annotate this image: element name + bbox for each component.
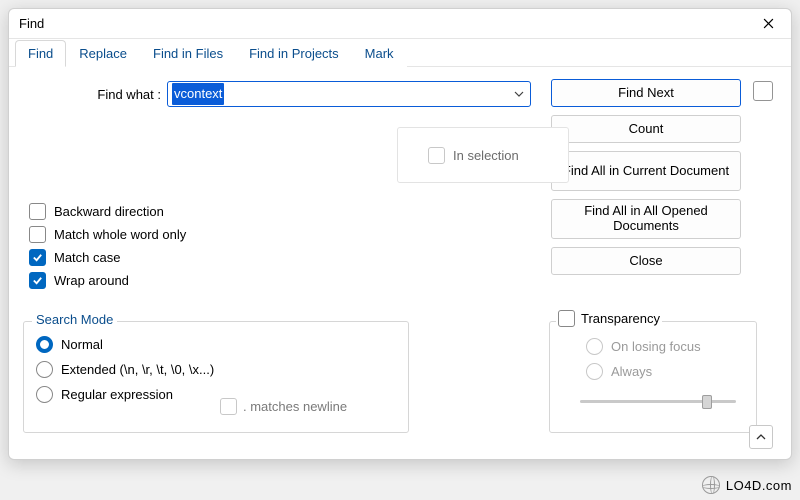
mode-regex-radio[interactable] [36, 386, 53, 403]
opt-whole-word[interactable]: Match whole word only [29, 226, 186, 243]
find-all-opened-button[interactable]: Find All in All Opened Documents [551, 199, 741, 239]
options-column: Backward direction Match whole word only… [29, 203, 186, 289]
tab-find-in-projects[interactable]: Find in Projects [236, 40, 352, 67]
close-button[interactable]: Close [551, 247, 741, 275]
search-mode-title: Search Mode [32, 312, 117, 327]
trans-losing-focus-radio [586, 338, 603, 355]
trans-losing-focus-label: On losing focus [611, 339, 701, 354]
tab-find[interactable]: Find [15, 40, 66, 67]
tabstrip: Find Replace Find in Files Find in Proje… [9, 39, 791, 67]
backward-checkbox[interactable] [29, 203, 46, 220]
whole-word-label: Match whole word only [54, 227, 186, 242]
backward-label: Backward direction [54, 204, 164, 219]
slider-thumb [702, 395, 712, 409]
in-selection-box: In selection [397, 127, 569, 183]
window-title: Find [19, 16, 747, 31]
trans-on-losing-focus: On losing focus [586, 338, 744, 355]
find-what-combo[interactable]: vcontext [167, 81, 531, 107]
match-case-label: Match case [54, 250, 120, 265]
mode-normal-radio[interactable] [36, 336, 53, 353]
mode-extended-label: Extended (\n, \r, \t, \0, \x...) [61, 362, 214, 377]
find-what-value[interactable]: vcontext [172, 83, 224, 105]
search-mode-group: Search Mode Normal Extended (\n, \r, \t,… [23, 321, 409, 433]
globe-icon [702, 476, 720, 494]
close-icon[interactable] [747, 10, 789, 38]
watermark-text: LO4D.com [726, 478, 792, 493]
transparency-checkbox[interactable] [558, 310, 575, 327]
watermark: LO4D.com [702, 476, 792, 494]
transparency-slider [580, 392, 736, 410]
tab-mark[interactable]: Mark [352, 40, 407, 67]
matches-newline-label: . matches newline [243, 399, 347, 414]
mode-extended-radio[interactable] [36, 361, 53, 378]
matches-newline-checkbox [220, 398, 237, 415]
find-all-current-button[interactable]: Find All in Current Document [551, 151, 741, 191]
mode-extended[interactable]: Extended (\n, \r, \t, \0, \x...) [36, 361, 396, 378]
trans-always-radio [586, 363, 603, 380]
transparency-title: Transparency [581, 311, 660, 326]
opt-backward[interactable]: Backward direction [29, 203, 186, 220]
wrap-label: Wrap around [54, 273, 129, 288]
count-button[interactable]: Count [551, 115, 741, 143]
collapse-button[interactable] [749, 425, 773, 449]
mode-regex-label: Regular expression [61, 387, 173, 402]
in-selection-label: In selection [453, 148, 519, 163]
tab-replace[interactable]: Replace [66, 40, 140, 67]
tab-find-in-files[interactable]: Find in Files [140, 40, 236, 67]
find-what-label: Find what : [77, 87, 167, 102]
action-column: Find Next Count Find All in Current Docu… [551, 79, 741, 275]
whole-word-checkbox[interactable] [29, 226, 46, 243]
matches-newline-row: . matches newline [220, 398, 347, 415]
chevron-down-icon[interactable] [508, 89, 530, 99]
in-selection-checkbox [428, 147, 445, 164]
mode-normal-label: Normal [61, 337, 103, 352]
find-next-button[interactable]: Find Next [551, 79, 741, 107]
opt-wrap[interactable]: Wrap around [29, 272, 186, 289]
mode-normal[interactable]: Normal [36, 336, 396, 353]
content: Find what : vcontext Find Next Count Fin… [9, 67, 791, 459]
titlebar: Find [9, 9, 791, 39]
opt-match-case[interactable]: Match case [29, 249, 186, 266]
trans-always-label: Always [611, 364, 652, 379]
slider-track [580, 400, 736, 403]
pin-checkbox[interactable] [753, 81, 773, 101]
trans-always: Always [586, 363, 744, 380]
find-dialog: Find Find Replace Find in Files Find in … [8, 8, 792, 460]
match-case-checkbox[interactable] [29, 249, 46, 266]
transparency-group: Transparency On losing focus Always [549, 321, 757, 433]
wrap-checkbox[interactable] [29, 272, 46, 289]
